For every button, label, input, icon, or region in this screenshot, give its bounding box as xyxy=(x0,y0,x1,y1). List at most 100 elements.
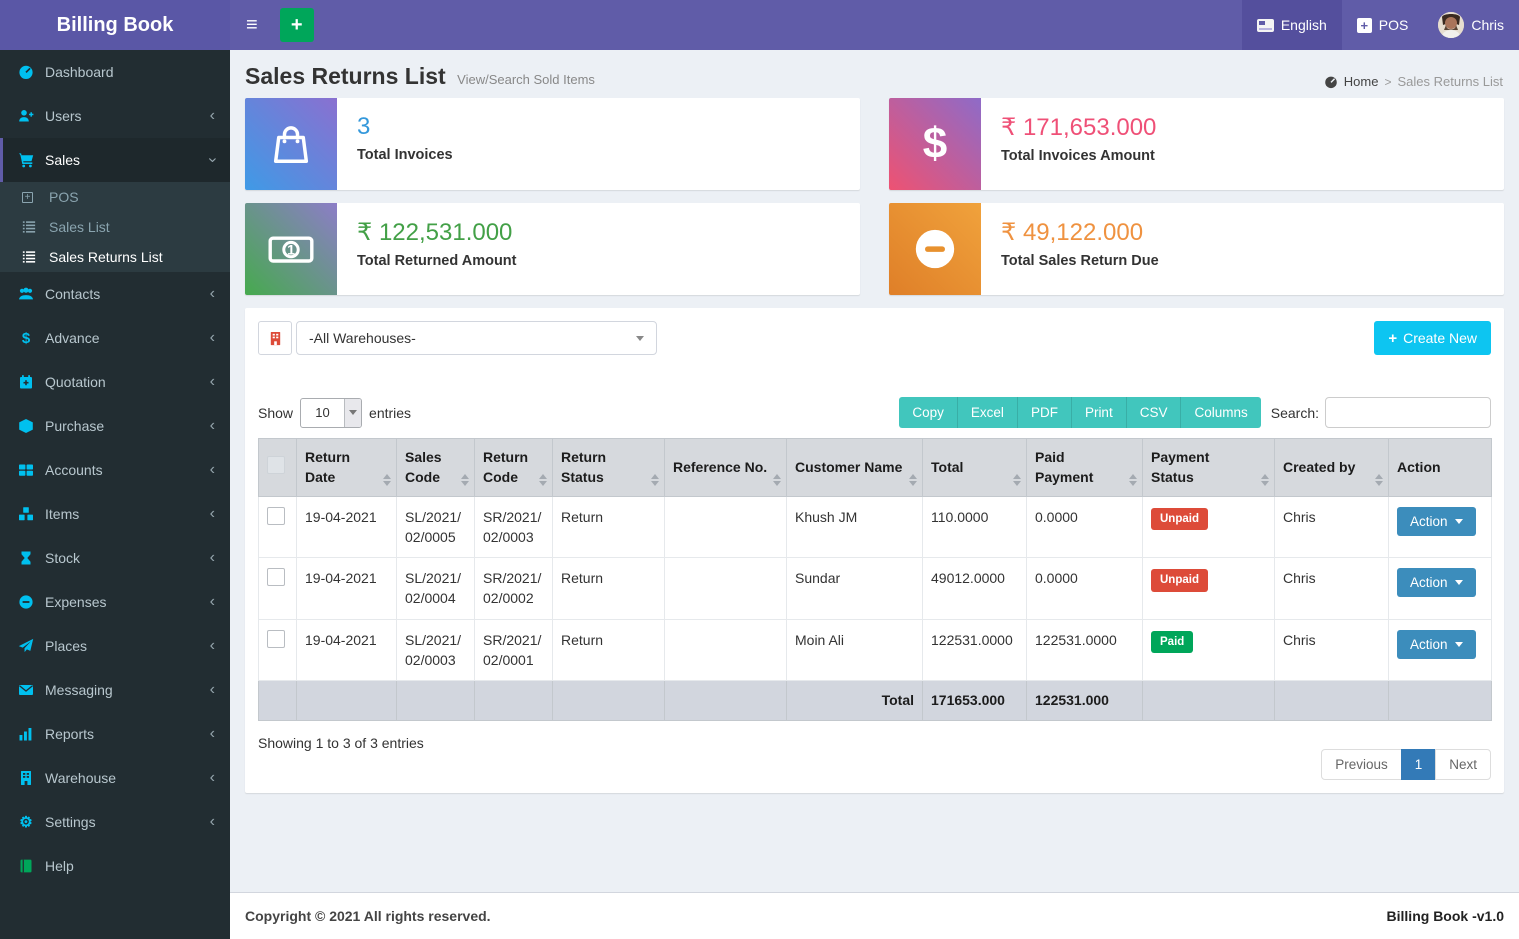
csv-button[interactable]: CSV xyxy=(1126,397,1181,428)
sales-returns-panel: -All Warehouses- + Create New Show 10 en… xyxy=(245,308,1504,793)
sidebar-item-reports[interactable]: Reports ‹ xyxy=(0,712,230,756)
action-dropdown-button[interactable]: Action xyxy=(1397,568,1476,597)
header-reference-no[interactable]: Reference No. xyxy=(665,439,787,497)
previous-page-button[interactable]: Previous xyxy=(1321,749,1402,780)
row-checkbox[interactable] xyxy=(267,568,285,586)
sort-icon xyxy=(1375,474,1383,486)
sidebar-item-places[interactable]: Places ‹ xyxy=(0,624,230,668)
return-code-cell: SR/2021/02/0003 xyxy=(475,496,553,558)
chevron-left-icon: ‹ xyxy=(210,550,215,566)
sidebar-item-help[interactable]: Help xyxy=(0,844,230,888)
sidebar-item-advance[interactable]: $ Advance ‹ xyxy=(0,316,230,360)
stat-card-total-invoices: 3 Total Invoices xyxy=(245,98,860,190)
sidebar-item-quotation[interactable]: Quotation ‹ xyxy=(0,360,230,404)
header-total[interactable]: Total xyxy=(923,439,1027,497)
sidebar-item-contacts[interactable]: Contacts ‹ xyxy=(0,272,230,316)
chevron-left-icon: ‹ xyxy=(210,418,215,434)
entries-label: entries xyxy=(369,405,411,421)
users-group-icon xyxy=(15,286,37,302)
sidebar-item-sales-list[interactable]: Sales List xyxy=(0,212,230,242)
main-content: Sales Returns List View/Search Sold Item… xyxy=(230,50,1519,939)
app-logo[interactable]: Billing Book xyxy=(0,0,230,50)
sales-code-cell: SL/2021/02/0005 xyxy=(397,496,475,558)
pos-link[interactable]: + POS xyxy=(1342,0,1424,50)
header-return-date[interactable]: Return Date xyxy=(297,439,397,497)
header-return-status[interactable]: Return Status xyxy=(553,439,665,497)
chevron-left-icon: ‹ xyxy=(210,374,215,390)
sidebar-toggle-icon[interactable]: ≡ xyxy=(230,0,274,50)
sidebar-label: Users xyxy=(45,108,82,124)
excel-button[interactable]: Excel xyxy=(957,397,1017,428)
table-row: 19-04-2021 SL/2021/02/0005 SR/2021/02/00… xyxy=(259,496,1492,558)
sidebar-item-pos[interactable]: + POS xyxy=(0,182,230,212)
return-date-cell: 19-04-2021 xyxy=(297,558,397,620)
reference-no-cell xyxy=(665,558,787,620)
row-checkbox[interactable] xyxy=(267,630,285,648)
stat-label: Total Invoices xyxy=(357,147,453,163)
row-checkbox[interactable] xyxy=(267,507,285,525)
user-menu[interactable]: Chris xyxy=(1423,0,1519,50)
pdf-button[interactable]: PDF xyxy=(1017,397,1071,428)
sidebar-item-items[interactable]: Items ‹ xyxy=(0,492,230,536)
breadcrumb-separator: > xyxy=(1384,75,1391,89)
sidebar-item-dashboard[interactable]: Dashboard xyxy=(0,50,230,94)
cubes-icon xyxy=(15,506,37,522)
header-sales-code[interactable]: Sales Code xyxy=(397,439,475,497)
select-all-header[interactable] xyxy=(259,439,297,497)
table-footer: Showing 1 to 3 of 3 entries Previous 1 N… xyxy=(258,735,1491,780)
payment-status-cell: Unpaid xyxy=(1143,558,1275,620)
caret-down-icon xyxy=(1455,519,1463,524)
navbar-main: ≡ + English + POS xyxy=(230,0,1519,50)
action-dropdown-button[interactable]: Action xyxy=(1397,630,1476,659)
create-new-button[interactable]: + Create New xyxy=(1374,321,1491,355)
payment-status-cell: Paid xyxy=(1143,619,1275,681)
copy-button[interactable]: Copy xyxy=(899,397,957,428)
sidebar-label: Sales List xyxy=(49,219,110,235)
sidebar-item-sales[interactable]: Sales ‹ xyxy=(0,138,230,182)
book-icon xyxy=(15,858,37,874)
header-payment-status[interactable]: Payment Status xyxy=(1143,439,1275,497)
search-input[interactable] xyxy=(1325,397,1491,428)
stat-label: Total Invoices Amount xyxy=(1001,148,1156,164)
next-page-button[interactable]: Next xyxy=(1435,749,1491,780)
sidebar-label: POS xyxy=(49,189,79,205)
header-customer-name[interactable]: Customer Name xyxy=(787,439,923,497)
gears-icon: ⚙ xyxy=(15,815,37,830)
sidebar-item-purchase[interactable]: Purchase ‹ xyxy=(0,404,230,448)
sidebar-item-expenses[interactable]: Expenses ‹ xyxy=(0,580,230,624)
page-size-select[interactable]: 10 xyxy=(300,398,362,428)
stat-value: ₹ 171,653.000 xyxy=(1001,113,1156,142)
warehouse-filter-select[interactable]: -All Warehouses- xyxy=(296,321,657,355)
sort-icon xyxy=(539,474,547,486)
columns-button[interactable]: Columns xyxy=(1180,397,1260,428)
header-action: Action xyxy=(1389,439,1492,497)
header-created-by[interactable]: Created by xyxy=(1275,439,1389,497)
stat-value: 3 xyxy=(357,113,453,141)
table-header-row: Return Date Sales Code Return Code Retur… xyxy=(259,439,1492,497)
sidebar-item-messaging[interactable]: Messaging ‹ xyxy=(0,668,230,712)
sidebar-item-sales-returns-list[interactable]: Sales Returns List xyxy=(0,242,230,272)
envelope-icon xyxy=(15,682,37,698)
total-cell: 110.0000 xyxy=(923,496,1027,558)
sidebar-item-stock[interactable]: Stock ‹ xyxy=(0,536,230,580)
table-controls: Show 10 entries Copy Excel PDF Print CSV… xyxy=(258,397,1491,428)
sidebar-item-users[interactable]: Users ‹ xyxy=(0,94,230,138)
sidebar-item-settings[interactable]: ⚙ Settings ‹ xyxy=(0,800,230,844)
language-label: English xyxy=(1281,17,1327,33)
quick-add-button[interactable]: + xyxy=(280,8,314,42)
sidebar-item-accounts[interactable]: Accounts ‹ xyxy=(0,448,230,492)
reference-no-cell xyxy=(665,619,787,681)
header-return-code[interactable]: Return Code xyxy=(475,439,553,497)
action-dropdown-button[interactable]: Action xyxy=(1397,507,1476,536)
page-1-button[interactable]: 1 xyxy=(1401,749,1437,780)
caret-down-icon xyxy=(636,336,644,341)
breadcrumb-home-link[interactable]: Home xyxy=(1344,74,1379,89)
header-paid-payment[interactable]: Paid Payment xyxy=(1027,439,1143,497)
sidebar-item-warehouse[interactable]: Warehouse ‹ xyxy=(0,756,230,800)
warehouse-filter-value: -All Warehouses- xyxy=(309,330,416,346)
language-menu[interactable]: English xyxy=(1242,0,1342,50)
select-all-checkbox[interactable] xyxy=(267,456,285,474)
stat-card-total-invoices-amount: $ ₹ 171,653.000 Total Invoices Amount xyxy=(889,98,1504,190)
entries-summary: Showing 1 to 3 of 3 entries xyxy=(258,735,424,751)
print-button[interactable]: Print xyxy=(1071,397,1126,428)
